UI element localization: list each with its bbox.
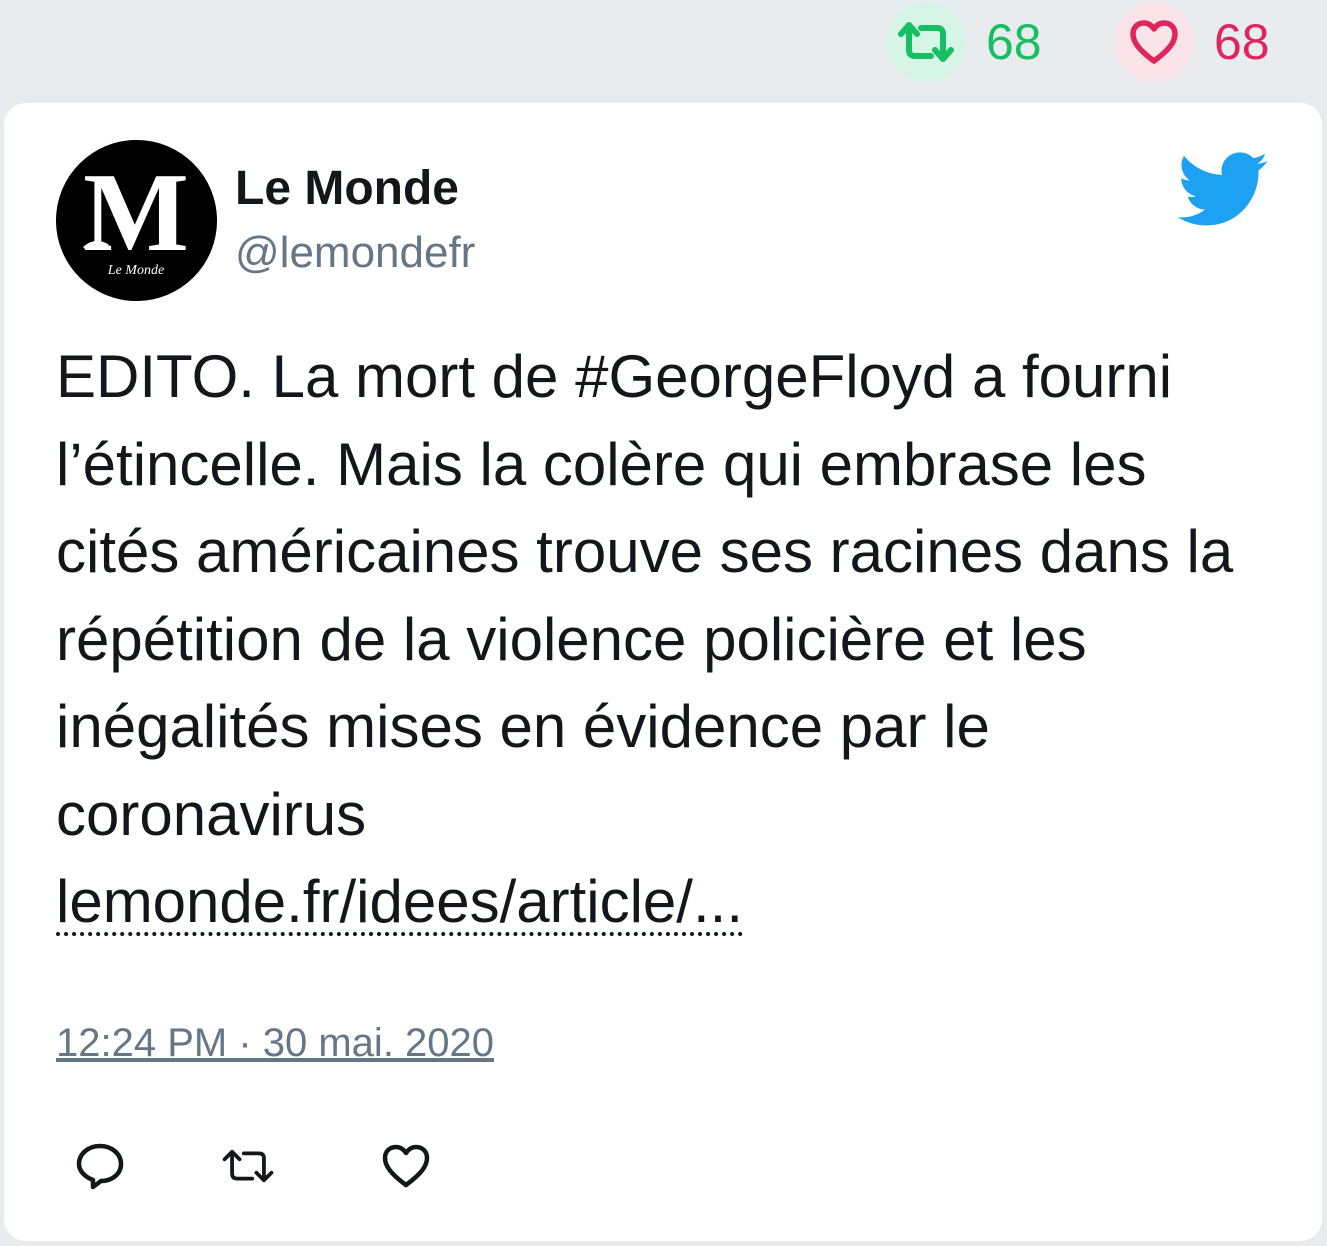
svg-text:M: M xyxy=(83,151,189,275)
le-monde-logo: M Le Monde xyxy=(56,140,217,301)
like-count: 68 xyxy=(1214,14,1270,70)
retweet-count: 68 xyxy=(986,14,1042,70)
svg-text:Le Monde: Le Monde xyxy=(107,263,164,278)
reply-icon xyxy=(76,1143,124,1190)
tweet-body: EDITO. La mort de #GeorgeFloyd a fourni … xyxy=(56,343,1234,848)
like-icon xyxy=(382,1144,430,1188)
retweet-button[interactable] xyxy=(222,1140,274,1192)
reply-button[interactable] xyxy=(74,1140,126,1192)
tweet-text: EDITO. La mort de #GeorgeFloyd a fourni … xyxy=(56,333,1286,946)
engagement-bar: 68 68 xyxy=(0,0,1327,100)
retweet-icon xyxy=(222,1149,274,1183)
article-link[interactable]: lemonde.fr/idees/article/... xyxy=(56,872,743,936)
retweet-stat-bubble xyxy=(886,2,966,82)
like-stat-bubble xyxy=(1114,2,1194,82)
retweet-stat[interactable]: 68 xyxy=(886,2,1042,82)
tweet-timestamp[interactable]: 12:24 PM · 30 mai. 2020 xyxy=(56,1023,494,1063)
le-monde-logo-avatar[interactable]: M Le Monde xyxy=(56,140,217,301)
twitter-bird-icon[interactable] xyxy=(1174,149,1269,227)
like-button[interactable] xyxy=(380,1140,432,1192)
like-stat[interactable]: 68 xyxy=(1114,2,1270,82)
retweet-icon xyxy=(898,22,954,62)
author-name[interactable]: Le Monde xyxy=(235,165,459,213)
author-handle[interactable]: @lemondefr xyxy=(235,231,475,275)
heart-icon xyxy=(1130,20,1178,64)
tweet-card: M Le Monde Le Monde @lemondefr EDITO. La… xyxy=(4,103,1322,1241)
